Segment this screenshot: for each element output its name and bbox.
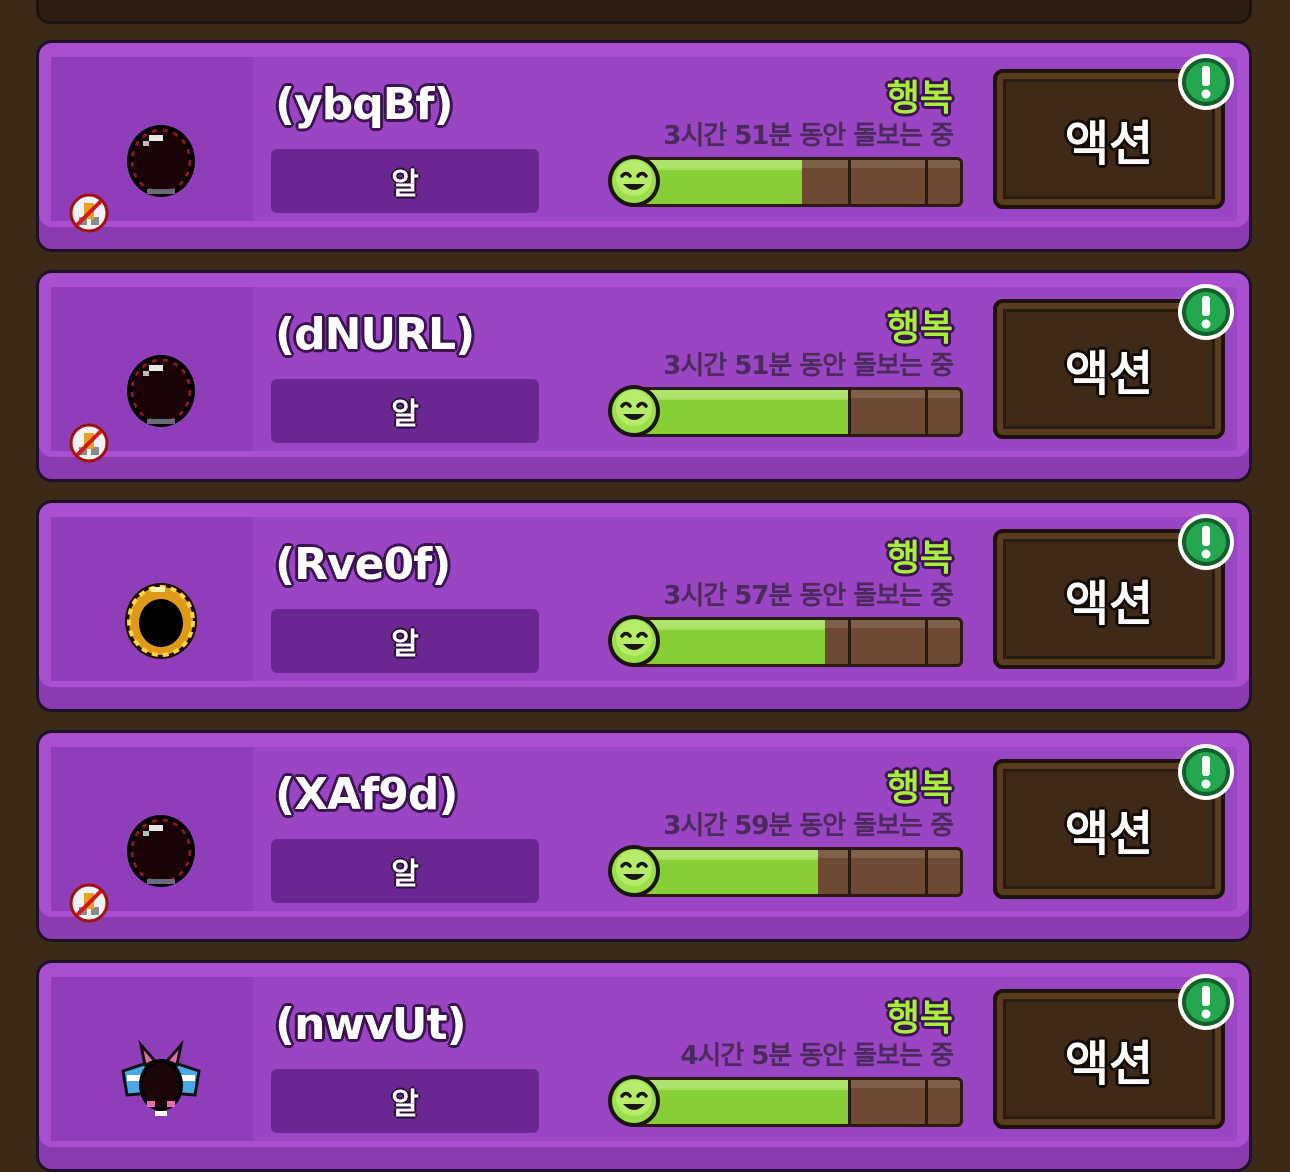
happiness-bar: [627, 617, 963, 667]
mood-label: 행복: [886, 538, 953, 579]
pet-card[interactable]: (XAf9d) 알 행복 3시간 59분 동안 돌보는 중 액션: [36, 730, 1252, 942]
happiness-bar-divider: [925, 850, 929, 894]
care-time-text: 3시간 57분 동안 돌보는 중: [663, 581, 954, 611]
pet-portrait-panel: [51, 287, 253, 463]
happiness-bar-highlight: [630, 620, 960, 628]
smiley-face-icon: [605, 382, 663, 440]
happiness-bar-highlight: [630, 390, 960, 398]
smiley-face-icon: [605, 612, 663, 670]
happiness-bar-divider: [847, 1080, 851, 1124]
pet-type-box: 알: [271, 379, 539, 443]
pet-card[interactable]: (ybqBf) 알 행복 3시간 51분 동안 돌보는 중 액션: [36, 40, 1252, 252]
action-button-label: 액션: [1064, 116, 1154, 172]
action-button-label: 액션: [1064, 576, 1154, 632]
pet-portrait-panel: [51, 517, 253, 681]
mood-label: 행복: [886, 308, 953, 349]
exclamation-alert-icon[interactable]: [1177, 53, 1235, 111]
pet-sprite-gold-egg: [125, 583, 197, 659]
exclamation-alert-icon[interactable]: [1177, 743, 1235, 801]
pet-portrait-panel: [51, 57, 253, 233]
pet-card[interactable]: (Rve0f) 알 행복 3시간 57분 동안 돌보는 중 액션: [36, 500, 1252, 712]
care-time-text: 3시간 59분 동안 돌보는 중: [663, 811, 954, 841]
care-time-text: 4시간 5분 동안 돌보는 중: [680, 1041, 954, 1071]
happiness-bar-divider: [847, 160, 851, 204]
pet-portrait-panel: [51, 747, 253, 923]
happiness-bar-divider: [925, 390, 929, 434]
happiness-bar-divider: [847, 620, 851, 664]
happiness-bar-highlight: [630, 850, 960, 858]
happiness-bar: [627, 157, 963, 207]
care-time-text: 3시간 51분 동안 돌보는 중: [663, 121, 954, 151]
happiness-bar: [627, 387, 963, 437]
mood-label: 행복: [886, 998, 953, 1039]
pet-type-box: 알: [271, 839, 539, 903]
pet-type-box: 알: [271, 609, 539, 673]
pet-sprite-dark-egg: [127, 355, 195, 427]
action-button-label: 액션: [1064, 806, 1154, 862]
happiness-bar-divider: [925, 620, 929, 664]
pet-name: (XAf9d): [275, 769, 458, 820]
exclamation-alert-icon[interactable]: [1177, 513, 1235, 571]
no-evolution-badge-icon: [69, 193, 109, 233]
happiness-bar: [627, 1077, 963, 1127]
pet-name: (dNURL): [275, 309, 475, 360]
happiness-bar-divider: [847, 850, 851, 894]
smiley-face-icon: [605, 152, 663, 210]
pet-name: (ybqBf): [275, 79, 454, 130]
pet-sprite-dark-egg: [127, 815, 195, 887]
pet-card[interactable]: (dNURL) 알 행복 3시간 51분 동안 돌보는 중 액션: [36, 270, 1252, 482]
pet-type-label: 알: [391, 1087, 419, 1122]
happiness-bar-divider: [925, 160, 929, 204]
happiness-bar-divider: [847, 390, 851, 434]
smiley-face-icon: [605, 842, 663, 900]
happiness-bar-highlight: [630, 160, 960, 168]
pet-type-label: 알: [391, 397, 419, 432]
pet-name: (nwvUt): [275, 999, 467, 1050]
pet-type-box: 알: [271, 1069, 539, 1133]
pet-type-label: 알: [391, 627, 419, 662]
previous-card-edge: [36, 0, 1252, 24]
mood-label: 행복: [886, 768, 953, 809]
action-button-label: 액션: [1064, 1036, 1154, 1092]
happiness-bar-divider: [925, 1080, 929, 1124]
exclamation-alert-icon[interactable]: [1177, 283, 1235, 341]
smiley-face-icon: [605, 1072, 663, 1130]
action-button-label: 액션: [1064, 346, 1154, 402]
pet-type-label: 알: [391, 167, 419, 202]
exclamation-alert-icon[interactable]: [1177, 973, 1235, 1031]
no-evolution-badge-icon: [69, 883, 109, 923]
happiness-bar-highlight: [630, 1080, 960, 1088]
mood-label: 행복: [886, 78, 953, 119]
no-evolution-badge-icon: [69, 423, 109, 463]
pet-portrait-panel: [51, 977, 253, 1141]
pet-type-box: 알: [271, 149, 539, 213]
happiness-bar: [627, 847, 963, 897]
pet-type-label: 알: [391, 857, 419, 892]
pet-name: (Rve0f): [275, 539, 451, 590]
pet-card[interactable]: (nwvUt) 알 행복 4시간 5분 동안 돌보는 중 액션: [36, 960, 1252, 1172]
pet-sprite-winged-egg: [121, 1039, 201, 1116]
care-time-text: 3시간 51분 동안 돌보는 중: [663, 351, 954, 381]
pet-sprite-dark-egg: [127, 125, 195, 197]
